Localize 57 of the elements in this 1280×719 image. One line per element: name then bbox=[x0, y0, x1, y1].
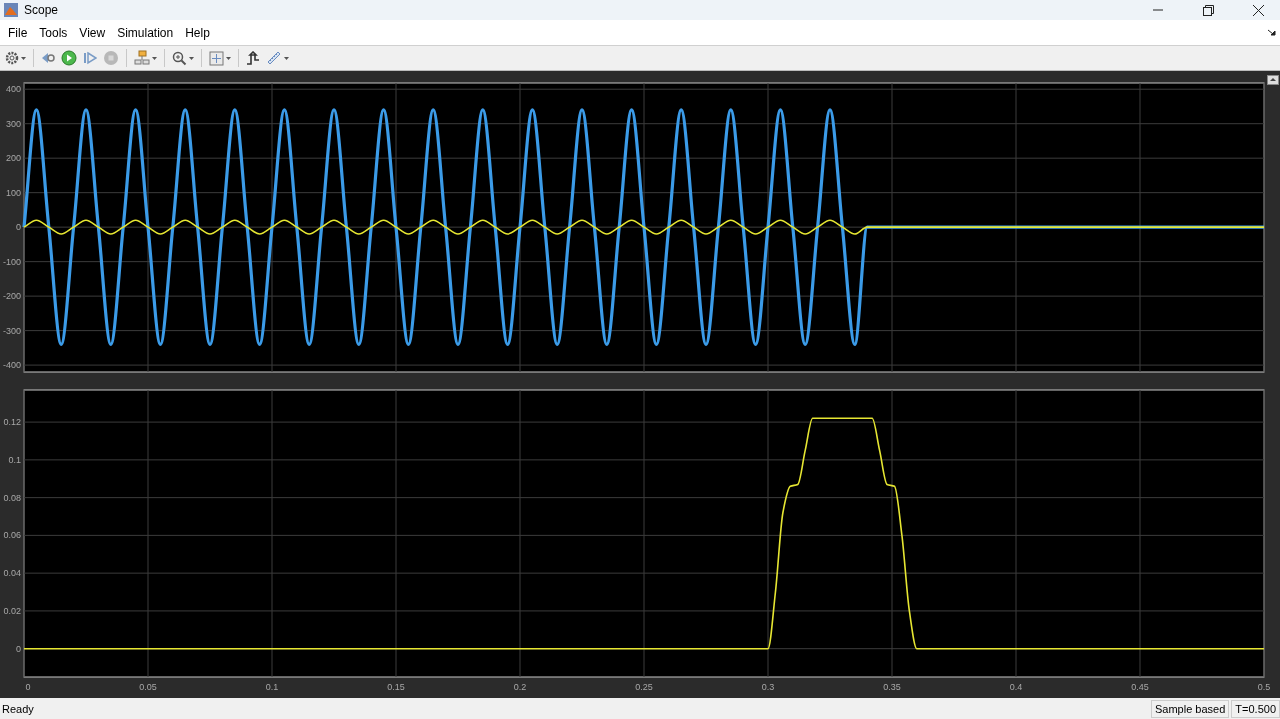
menu-item[interactable]: Tools bbox=[33, 21, 74, 44]
axis-tick-label: 0 bbox=[25, 682, 31, 692]
caret-icon bbox=[21, 56, 26, 60]
simulation-time-label: T=0.500 bbox=[1231, 699, 1280, 718]
menu-item[interactable]: Help bbox=[179, 21, 216, 44]
axis-tick-label: 400 bbox=[5, 84, 21, 95]
caret-icon bbox=[189, 56, 194, 60]
menu-item[interactable]: Simulation bbox=[111, 21, 180, 44]
sample-mode-label: Sample based bbox=[1151, 699, 1230, 718]
settings-icon bbox=[5, 51, 19, 65]
caret-icon bbox=[152, 56, 157, 60]
axis-tick-label: 0.05 bbox=[139, 682, 157, 692]
window-title: Scope bbox=[24, 3, 60, 17]
axis-tick-label: 0.4 bbox=[1009, 682, 1023, 692]
stop-icon bbox=[103, 50, 119, 66]
restore-icon bbox=[1202, 4, 1214, 16]
arrow-icon[interactable] bbox=[1268, 28, 1276, 37]
axis-tick-label: 0.04 bbox=[3, 568, 21, 579]
axis-tick-label: 0.1 bbox=[8, 454, 21, 465]
step-forward-icon bbox=[83, 51, 97, 65]
axis-tick-label: 0.02 bbox=[3, 605, 21, 616]
status-message: Ready bbox=[1, 702, 35, 715]
axis-tick-label: 0.2 bbox=[513, 682, 527, 692]
axis-tick-label: 0.15 bbox=[387, 682, 405, 692]
menu-item[interactable]: File bbox=[2, 21, 34, 44]
zoom-icon bbox=[172, 50, 187, 66]
axis-tick-label: 0.45 bbox=[1131, 682, 1149, 692]
blocks-icon bbox=[134, 50, 150, 66]
ruler-icon bbox=[266, 50, 282, 66]
axis-tick-label: 0.5 bbox=[1257, 682, 1271, 692]
caret-icon bbox=[226, 56, 231, 60]
run-button[interactable] bbox=[59, 47, 79, 69]
axis-tick-label: 0.25 bbox=[635, 682, 653, 692]
axis-tick-label: -400 bbox=[3, 360, 21, 371]
axis-tick-label: 0.12 bbox=[3, 417, 21, 428]
menu-item[interactable]: View bbox=[73, 21, 112, 44]
axis-tick-label: -300 bbox=[3, 325, 21, 336]
axis-tick-label: 200 bbox=[5, 153, 21, 164]
axis-tick-label: 300 bbox=[5, 118, 21, 129]
axis-tick-label: 0 bbox=[16, 643, 21, 654]
axis-tick-label: 0.35 bbox=[883, 682, 901, 692]
axis-tick-label: -200 bbox=[3, 291, 21, 302]
axis-tick-label: 0 bbox=[16, 222, 21, 233]
play-icon bbox=[61, 50, 77, 66]
undock-button[interactable] bbox=[1267, 73, 1279, 83]
app-logo-icon bbox=[4, 3, 18, 17]
close-icon bbox=[1252, 4, 1264, 16]
trigger-icon bbox=[246, 51, 260, 65]
axis-tick-label: 0.06 bbox=[3, 530, 21, 541]
axis-tick-label: 0.3 bbox=[761, 682, 775, 692]
step-back-icon bbox=[41, 51, 55, 65]
caret-icon bbox=[284, 56, 289, 60]
axis-tick-label: 0.08 bbox=[3, 492, 21, 503]
axis-tick-label: 0.1 bbox=[265, 682, 279, 692]
axis-tick-label: 100 bbox=[5, 187, 21, 198]
fit-view-icon bbox=[209, 50, 224, 66]
axis-tick-label: -100 bbox=[3, 256, 21, 267]
